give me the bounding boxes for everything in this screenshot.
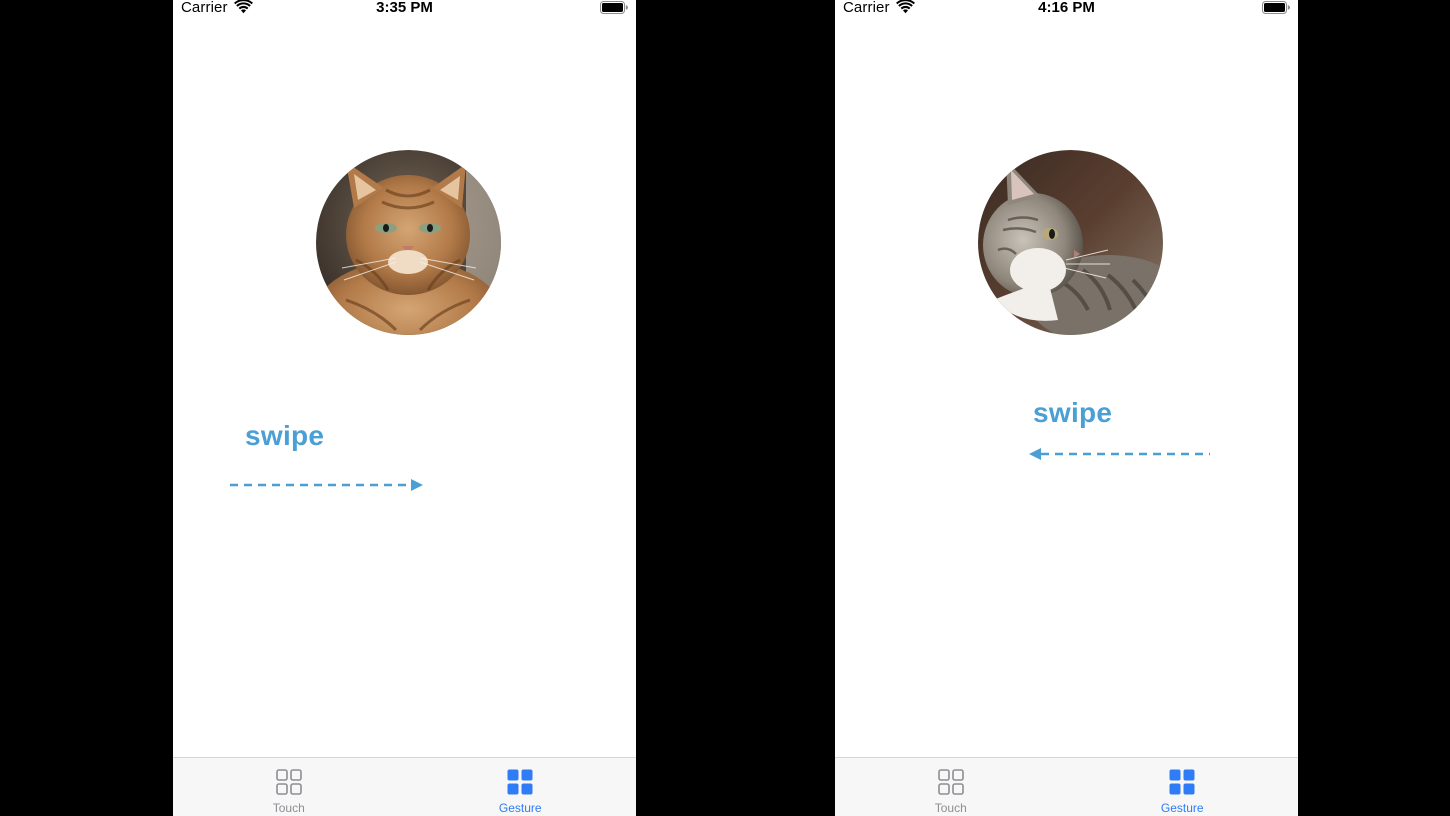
tab-gesture[interactable]: Gesture — [405, 758, 637, 816]
tab-gesture-label: Gesture — [1160, 801, 1204, 815]
tab-bar: Touch Gesture — [173, 757, 636, 816]
tab-touch-label: Touch — [272, 801, 305, 815]
clock-time: 3:35 PM — [376, 0, 433, 16]
battery-icon — [600, 1, 628, 14]
swipe-right-arrow-icon — [230, 479, 423, 491]
grid-filled-icon — [507, 769, 533, 795]
status-bar: Carrier 4:16 PM — [835, 0, 1298, 18]
tab-gesture[interactable]: Gesture — [1067, 758, 1299, 816]
battery-icon — [1262, 1, 1290, 14]
orange-tabby-cat-photo — [316, 150, 501, 335]
grey-tabby-kitten-photo — [978, 150, 1163, 335]
phone-screen-left: Carrier 3:35 PM swipe Touch Gesture — [173, 0, 636, 816]
cat-image[interactable] — [978, 150, 1163, 335]
tab-touch-label: Touch — [934, 801, 967, 815]
tab-gesture-label: Gesture — [498, 801, 542, 815]
status-bar: Carrier 3:35 PM — [173, 0, 636, 18]
clock-time: 4:16 PM — [1038, 0, 1095, 16]
swipe-gesture-label: swipe — [1033, 397, 1113, 428]
grid-filled-icon — [1169, 769, 1195, 795]
swipe-left-arrow-icon — [1029, 448, 1210, 460]
grid-outline-icon — [937, 769, 964, 795]
grid-outline-icon — [275, 769, 302, 795]
phone-screen-right: Carrier 4:16 PM swipe Touch Gesture — [835, 0, 1298, 816]
tab-bar: Touch Gesture — [835, 757, 1298, 816]
swipe-gesture-label: swipe — [245, 420, 325, 451]
cat-image[interactable] — [316, 150, 501, 335]
tab-touch[interactable]: Touch — [173, 758, 405, 816]
tab-touch[interactable]: Touch — [835, 758, 1067, 816]
